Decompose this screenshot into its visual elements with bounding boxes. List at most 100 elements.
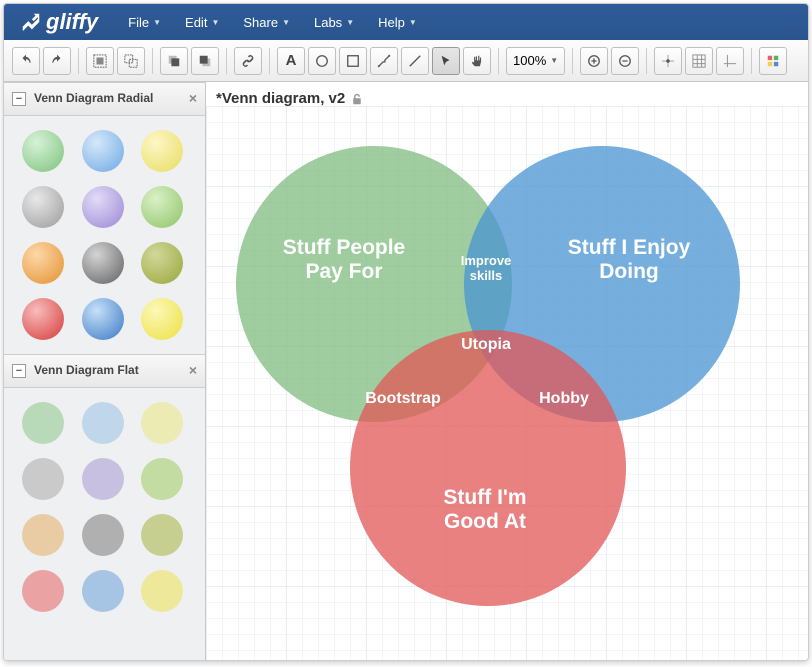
- swatch-flat[interactable]: [82, 458, 124, 500]
- group-icon: [93, 54, 107, 68]
- venn-label-abc[interactable]: Utopia: [446, 336, 526, 354]
- link-icon: [241, 54, 255, 68]
- line-icon: [408, 54, 422, 68]
- redo-button[interactable]: [43, 47, 71, 75]
- separator: [572, 48, 573, 74]
- swatch-radial[interactable]: [141, 298, 183, 340]
- close-panel-button[interactable]: ×: [189, 91, 197, 106]
- rect-tool[interactable]: [339, 47, 367, 75]
- workspace: − Venn Diagram Radial × − Venn Diagram F…: [4, 82, 808, 660]
- venn-label-enjoy[interactable]: Stuff I EnjoyDoing: [544, 236, 714, 284]
- separator: [78, 48, 79, 74]
- swatch-radial[interactable]: [82, 186, 124, 228]
- swatch-flat[interactable]: [141, 402, 183, 444]
- swatch-radial[interactable]: [82, 298, 124, 340]
- zoom-in-button[interactable]: [580, 47, 608, 75]
- pan-tool[interactable]: [463, 47, 491, 75]
- venn-label-bc[interactable]: Hobby: [514, 390, 614, 408]
- grid-button[interactable]: [685, 47, 713, 75]
- connector-icon: [377, 54, 391, 68]
- send-back-icon: [198, 54, 212, 68]
- panel-header-radial[interactable]: − Venn Diagram Radial ×: [4, 82, 205, 116]
- minus-circle-icon: [618, 54, 632, 68]
- venn-label-good[interactable]: Stuff I'mGood At: [410, 486, 560, 534]
- venn-diagram[interactable]: Stuff PeoplePay For Stuff I EnjoyDoing S…: [206, 106, 808, 660]
- swatch-radial[interactable]: [141, 130, 183, 172]
- swatch-radial[interactable]: [82, 242, 124, 284]
- ungroup-button[interactable]: [117, 47, 145, 75]
- menu-help[interactable]: Help▼: [368, 9, 427, 36]
- swatch-flat[interactable]: [22, 514, 64, 556]
- menu-share[interactable]: Share▼: [233, 9, 300, 36]
- venn-label-pay[interactable]: Stuff PeoplePay For: [264, 236, 424, 284]
- caret-down-icon: ▼: [550, 56, 558, 65]
- swatch-flat[interactable]: [22, 402, 64, 444]
- swatch-radial[interactable]: [141, 186, 183, 228]
- swatch-flat[interactable]: [141, 570, 183, 612]
- venn-label-ab[interactable]: Improveskills: [446, 254, 526, 284]
- app-window: gliffy File▼ Edit▼ Share▼ Labs▼ Help▼ A …: [3, 3, 809, 661]
- circle-icon: [315, 54, 329, 68]
- menu-labs[interactable]: Labs▼: [304, 9, 364, 36]
- hand-icon: [470, 54, 484, 68]
- swatch-flat[interactable]: [141, 458, 183, 500]
- separator: [751, 48, 752, 74]
- swatch-grid-radial: [4, 116, 205, 354]
- group-button[interactable]: [86, 47, 114, 75]
- guides-icon: [723, 54, 737, 68]
- text-tool[interactable]: A: [277, 47, 305, 75]
- undo-button[interactable]: [12, 47, 40, 75]
- swatch-flat[interactable]: [22, 570, 64, 612]
- link-button[interactable]: [234, 47, 262, 75]
- swatch-flat[interactable]: [22, 458, 64, 500]
- logo-icon: [20, 11, 42, 33]
- grid-icon: [692, 54, 706, 68]
- swatch-flat[interactable]: [82, 402, 124, 444]
- pointer-icon: [439, 54, 453, 68]
- canvas[interactable]: *Venn diagram, v2 Stuff PeoplePay For St…: [206, 82, 808, 660]
- caret-down-icon: ▼: [282, 18, 290, 27]
- collapse-icon[interactable]: −: [12, 92, 26, 106]
- toolbar: A 100%▼: [4, 40, 808, 82]
- zoom-out-button[interactable]: [611, 47, 639, 75]
- palette-icon: [766, 54, 780, 68]
- swatch-flat[interactable]: [82, 570, 124, 612]
- theme-button[interactable]: [759, 47, 787, 75]
- document-title[interactable]: *Venn diagram, v2: [216, 90, 363, 107]
- menu-file[interactable]: File▼: [118, 9, 171, 36]
- separator: [226, 48, 227, 74]
- circle-tool[interactable]: [308, 47, 336, 75]
- swatch-radial[interactable]: [22, 242, 64, 284]
- line-tool[interactable]: [401, 47, 429, 75]
- swatch-radial[interactable]: [141, 242, 183, 284]
- zoom-select[interactable]: 100%▼: [506, 47, 565, 75]
- swatch-radial[interactable]: [22, 130, 64, 172]
- snap-icon: [661, 54, 675, 68]
- send-back-button[interactable]: [191, 47, 219, 75]
- menu-edit[interactable]: Edit▼: [175, 9, 229, 36]
- swatch-radial[interactable]: [82, 130, 124, 172]
- redo-icon: [50, 54, 64, 68]
- menubar: gliffy File▼ Edit▼ Share▼ Labs▼ Help▼: [4, 4, 808, 40]
- plus-circle-icon: [587, 54, 601, 68]
- guides-button[interactable]: [716, 47, 744, 75]
- close-panel-button[interactable]: ×: [189, 363, 197, 378]
- swatch-flat[interactable]: [141, 514, 183, 556]
- unlock-icon: [351, 93, 363, 105]
- separator: [646, 48, 647, 74]
- sidebar: − Venn Diagram Radial × − Venn Diagram F…: [4, 82, 206, 660]
- swatch-flat[interactable]: [82, 514, 124, 556]
- panel-header-flat[interactable]: − Venn Diagram Flat ×: [4, 354, 205, 388]
- swatch-radial[interactable]: [22, 298, 64, 340]
- pointer-tool[interactable]: [432, 47, 460, 75]
- caret-down-icon: ▼: [409, 18, 417, 27]
- brand-text: gliffy: [46, 9, 98, 35]
- collapse-icon[interactable]: −: [12, 364, 26, 378]
- venn-label-ac[interactable]: Bootstrap: [348, 390, 458, 408]
- venn-circle-good[interactable]: [350, 330, 626, 606]
- app-logo[interactable]: gliffy: [20, 9, 98, 35]
- bring-front-button[interactable]: [160, 47, 188, 75]
- swatch-radial[interactable]: [22, 186, 64, 228]
- connector-tool[interactable]: [370, 47, 398, 75]
- snap-button[interactable]: [654, 47, 682, 75]
